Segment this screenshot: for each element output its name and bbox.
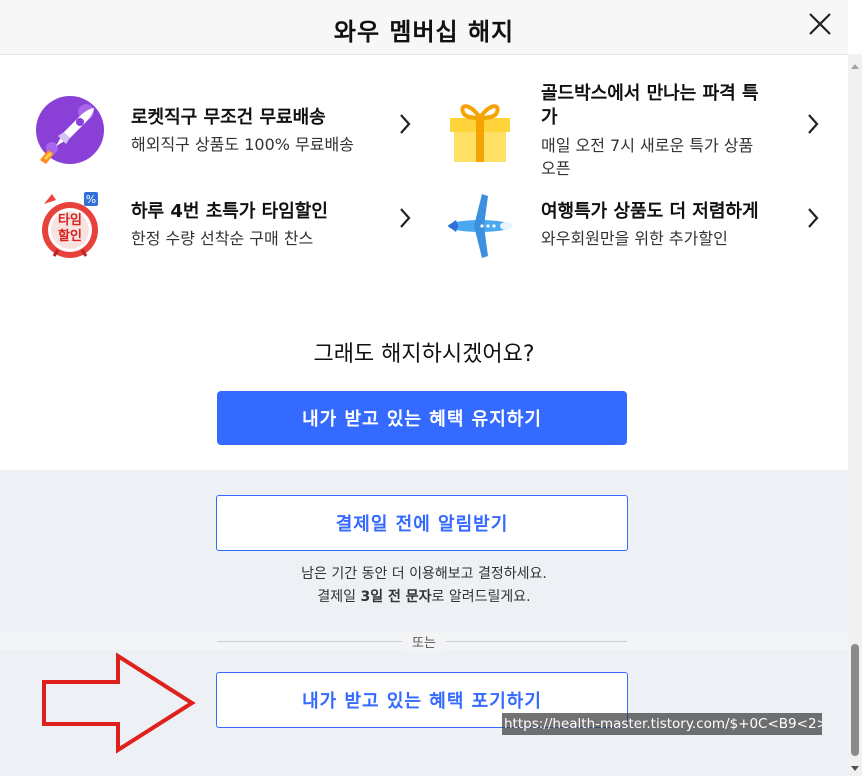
benefit-title-line1: 골드박스에서 만나는 파격 특 [541,83,759,104]
close-icon[interactable] [806,10,834,38]
benefit-title: 하루 4번 초특가 타임할인 [131,201,328,222]
chevron-right-icon [400,114,411,134]
keep-benefits-button[interactable]: 내가 받고 있는 혜택 유지하기 [217,391,627,445]
chevron-right-icon [808,114,819,134]
benefit-title: 로켓직구 무조건 무료배송 [131,107,326,128]
reminder-note-text: 결제일 [317,589,361,605]
payment-reminder-button[interactable]: 결제일 전에 알림받기 [216,495,628,551]
airplane-icon [448,194,512,258]
benefit-desc: 와우회원만을 위한 추가할인 [541,229,728,248]
timer-badge-text-line1: 타임 [58,213,82,228]
benefit-time-sale[interactable]: % 타임 할인 하루 4번 초특가 타임할인 한정 수량 선착순 구매 찬스 [34,190,414,262]
benefit-rocket-shipping[interactable]: 로켓직구 무조건 무료배송 해외직구 상품도 100% 무료배송 [34,96,414,168]
benefit-title-line2: 가 [541,107,558,128]
chevron-right-icon [400,208,411,228]
scrollbar-thumb[interactable] [851,644,859,756]
svg-text:%: % [86,193,96,206]
reminder-note-emphasis: 3일 전 문자 [360,589,432,605]
benefit-desc: 해외직구 상품도 100% 무료배송 [131,135,354,154]
benefit-desc-line2: 오픈 [541,159,571,178]
benefit-desc: 한정 수량 선착순 구매 찬스 [131,229,314,248]
timer-badge-text-line2: 할인 [58,229,82,244]
chevron-right-icon [808,208,819,228]
benefit-travel[interactable]: 여행특가 상품도 더 저렴하게 와우회원만을 위한 추가할인 [444,190,834,262]
red-arrow-annotation [42,652,196,754]
or-divider: 또는 [0,632,848,651]
benefit-title: 여행특가 상품도 더 저렴하게 [541,201,759,222]
gift-box-icon [450,104,510,162]
timer-sale-icon: % 타임 할인 [34,190,106,262]
scrollbar[interactable] [848,54,862,776]
reminder-note-text-end: 로 알려드릴게요. [431,589,531,605]
reminder-note-line2: 결제일 3일 전 문자로 알려드릴게요. [0,586,848,608]
scroll-down-icon[interactable] [851,766,859,771]
scroll-up-icon[interactable] [851,64,859,69]
or-label: 또는 [402,636,446,651]
dialog-header: 와우 멤버십 해지 [0,0,848,55]
rocket-icon [36,96,104,164]
cancel-question: 그래도 해지하시겠어요? [313,342,535,367]
benefit-desc-line1: 매일 오전 7시 새로운 특가 상품 [541,136,754,155]
reminder-note-line1: 남은 기간 동안 더 이용해보고 결정하세요. [301,566,547,582]
dialog-title: 와우 멤버십 해지 [333,18,515,46]
benefit-goldbox[interactable]: 골드박스에서 만나는 파격 특 가 매일 오전 7시 새로운 특가 상품 오픈 [444,80,834,184]
url-watermark: https://health-master.tistory.com/$+0C<B… [502,713,822,735]
